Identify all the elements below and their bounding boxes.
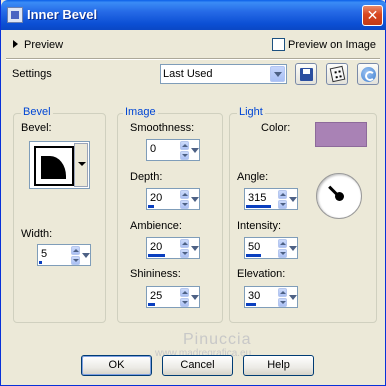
settings-selected-value: Last Used <box>163 68 213 80</box>
expand-triangle-icon <box>13 40 18 48</box>
width-spinner[interactable]: 5 <box>37 244 91 266</box>
depth-spinner[interactable]: 20 <box>146 188 200 210</box>
smoothness-up-arrow-icon[interactable] <box>180 141 189 150</box>
dial-center <box>335 192 344 201</box>
inner-bevel-dialog: Inner Bevel ✕ Preview Preview on Image S… <box>0 0 386 386</box>
ok-button[interactable]: OK <box>81 355 152 376</box>
angle-dial[interactable] <box>316 173 362 219</box>
intensity-up-arrow-icon[interactable] <box>278 239 287 248</box>
ambience-up-arrow-icon[interactable] <box>180 239 189 248</box>
color-label: Color: <box>261 122 291 134</box>
smoothness-spinner[interactable]: 0 <box>146 139 200 161</box>
reset-button[interactable] <box>357 63 379 85</box>
reset-icon <box>361 67 376 82</box>
intensity-label: Intensity: <box>237 220 282 232</box>
cancel-button[interactable]: Cancel <box>162 355 233 376</box>
depth-down-arrow-icon[interactable] <box>180 200 189 209</box>
angle-slider-fill <box>246 205 271 208</box>
shininess-down-arrow-icon[interactable] <box>180 298 189 307</box>
separator <box>6 58 380 60</box>
floppy-disk-icon <box>300 68 313 81</box>
ambience-spinner[interactable]: 20 <box>146 237 200 259</box>
shininess-dropdown-arrow-icon[interactable] <box>190 286 200 308</box>
width-label: Width: <box>21 228 53 240</box>
shininess-label: Shininess: <box>130 268 181 280</box>
shininess-slider-fill <box>148 303 155 306</box>
intensity-slider-fill <box>246 254 261 257</box>
width-up-arrow-icon[interactable] <box>71 246 80 255</box>
randomize-button[interactable] <box>326 63 348 85</box>
bevel-shape-picker[interactable] <box>29 141 90 189</box>
dice-icon <box>329 65 346 83</box>
window-title: Inner Bevel <box>27 7 98 22</box>
preview-toggle[interactable]: Preview <box>13 39 63 51</box>
checkbox-box[interactable] <box>272 38 285 51</box>
bevel-shape-label: Bevel: <box>21 122 52 134</box>
depth-up-arrow-icon[interactable] <box>180 190 189 199</box>
angle-dropdown-arrow-icon[interactable] <box>288 188 298 210</box>
smoothness-input[interactable]: 0 <box>146 139 179 161</box>
depth-label: Depth: <box>130 171 163 183</box>
preview-on-image-label: Preview on Image <box>288 39 377 51</box>
shininess-spinner[interactable]: 25 <box>146 286 200 308</box>
angle-up-arrow-icon[interactable] <box>278 190 287 199</box>
intensity-spinner[interactable]: 50 <box>244 237 298 259</box>
chevron-down-icon[interactable] <box>270 66 285 82</box>
help-button[interactable]: Help <box>243 355 314 376</box>
title-bar[interactable]: Inner Bevel ✕ <box>1 0 386 30</box>
light-color-swatch[interactable] <box>315 122 367 147</box>
light-group-title: Light <box>237 106 265 118</box>
ambience-label: Ambience: <box>130 220 182 232</box>
preview-toggle-label: Preview <box>24 39 64 51</box>
intensity-down-arrow-icon[interactable] <box>278 249 287 258</box>
elevation-slider-fill <box>246 303 256 306</box>
app-icon <box>7 7 23 23</box>
width-down-arrow-icon[interactable] <box>71 256 80 265</box>
bevel-shape-icon <box>34 146 74 186</box>
smoothness-down-arrow-icon[interactable] <box>180 151 189 160</box>
width-dropdown-arrow-icon[interactable] <box>81 244 91 266</box>
shininess-up-arrow-icon[interactable] <box>180 288 189 297</box>
angle-down-arrow-icon[interactable] <box>278 200 287 209</box>
watermark-name: Pinuccia <box>183 331 252 348</box>
bevel-dropdown-arrow-icon[interactable] <box>74 143 88 187</box>
ambience-dropdown-arrow-icon[interactable] <box>190 237 200 259</box>
settings-dropdown[interactable]: Last Used <box>160 64 287 84</box>
elevation-spinner[interactable]: 30 <box>244 286 298 308</box>
depth-slider-fill <box>148 205 154 208</box>
image-group-title: Image <box>123 106 158 118</box>
intensity-dropdown-arrow-icon[interactable] <box>288 237 298 259</box>
width-slider-fill <box>39 261 42 264</box>
elevation-dropdown-arrow-icon[interactable] <box>288 286 298 308</box>
smoothness-label: Smoothness: <box>130 122 195 134</box>
elevation-up-arrow-icon[interactable] <box>278 288 287 297</box>
angle-spinner[interactable]: 315 <box>244 188 298 210</box>
smoothness-dropdown-arrow-icon[interactable] <box>190 139 200 161</box>
settings-label: Settings <box>12 68 52 80</box>
elevation-down-arrow-icon[interactable] <box>278 298 287 307</box>
ambience-slider-fill <box>148 254 165 257</box>
elevation-label: Elevation: <box>237 268 286 280</box>
preview-on-image-checkbox[interactable]: Preview on Image <box>272 38 376 51</box>
save-preset-button[interactable] <box>295 63 317 85</box>
ambience-down-arrow-icon[interactable] <box>180 249 189 258</box>
depth-dropdown-arrow-icon[interactable] <box>190 188 200 210</box>
close-button[interactable]: ✕ <box>362 5 383 26</box>
bevel-group-title: Bevel <box>21 106 53 118</box>
angle-label: Angle: <box>237 171 269 183</box>
